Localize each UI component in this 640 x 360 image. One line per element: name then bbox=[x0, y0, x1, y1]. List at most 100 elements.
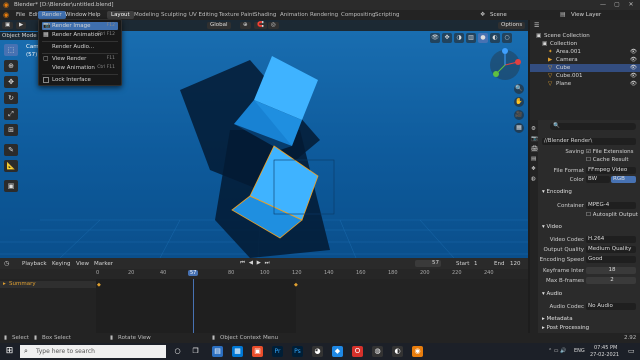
outliner-row[interactable]: ✦ Area.001 👁 bbox=[530, 48, 640, 56]
properties-search[interactable]: 🔍 bbox=[550, 123, 636, 130]
visibility-icon[interactable]: 👁 bbox=[630, 80, 637, 88]
camera-view-icon[interactable]: 🎥 bbox=[514, 110, 524, 120]
outliner-row[interactable]: ▣ Scene Collection bbox=[530, 32, 640, 40]
snap-icon[interactable]: 🧲 bbox=[254, 22, 267, 29]
outliner-editor-icon[interactable]: ☰ bbox=[534, 22, 539, 29]
keying-menu[interactable]: Keying bbox=[52, 261, 70, 267]
gizmo-icon[interactable]: ✥ bbox=[442, 33, 452, 43]
object-mode-dropdown[interactable]: Object Mode bbox=[2, 33, 37, 39]
premiere-icon[interactable]: Pr bbox=[272, 346, 283, 357]
tray-icons[interactable]: ⌃ ▭ 🔊 bbox=[548, 348, 566, 354]
select-mode-icon[interactable]: ▶ bbox=[16, 22, 27, 29]
cache-result-checkbox[interactable]: ☐ Cache Result bbox=[586, 157, 629, 163]
current-frame-field[interactable]: 57 bbox=[415, 260, 441, 267]
audio-section[interactable]: ▾ Audio bbox=[542, 291, 562, 297]
windows-start-icon[interactable]: ⊞ bbox=[4, 346, 15, 357]
scale-tool-icon[interactable]: ⤢ bbox=[4, 108, 18, 120]
taskbar-search-box[interactable]: ⌕ Type here to search bbox=[20, 345, 166, 358]
render-tab-icon[interactable]: 📷 bbox=[531, 136, 538, 142]
timeline-editor-icon[interactable]: ◷ bbox=[4, 260, 9, 267]
store-icon[interactable]: ▦ bbox=[232, 346, 243, 357]
visibility-icon[interactable]: 👁 bbox=[630, 56, 637, 64]
solid-shading-icon[interactable]: ● bbox=[478, 33, 488, 43]
color-rgb-button[interactable]: RGB bbox=[611, 176, 636, 183]
opera-icon[interactable]: O bbox=[352, 346, 363, 357]
zoom-icon[interactable]: 🔍 bbox=[514, 84, 524, 94]
taskbar-date[interactable]: 27-02-2021 bbox=[590, 352, 619, 358]
visibility-icon[interactable]: 👁 bbox=[430, 33, 440, 43]
outliner-row[interactable]: ▶ Camera 👁 bbox=[530, 56, 640, 64]
chrome-icon[interactable]: ◕ bbox=[312, 346, 323, 357]
outliner-row[interactable]: ▽ Cube 👁 bbox=[530, 64, 640, 72]
app-icon[interactable]: ◐ bbox=[392, 346, 403, 357]
measure-tool-icon[interactable]: 📐 bbox=[4, 160, 18, 172]
transform-orientation-dropdown[interactable]: Global bbox=[207, 22, 231, 29]
view-menu[interactable]: View bbox=[76, 261, 89, 267]
color-bw-button[interactable]: BW bbox=[586, 176, 610, 183]
menu-item-render-animation[interactable]: ▦ Render Animation Ctrl F12 bbox=[42, 31, 118, 39]
tool-tab-icon[interactable]: ⚙ bbox=[531, 126, 536, 132]
container-dropdown[interactable]: MPEG-4 bbox=[586, 202, 636, 209]
playback-controls[interactable]: ⏮ ◀ ▶ ⏭ bbox=[240, 260, 271, 267]
max-bframes-field[interactable]: 2 bbox=[586, 277, 636, 284]
start-frame-field[interactable]: 1 bbox=[474, 261, 478, 267]
keyframe-marker[interactable]: ◆ bbox=[97, 282, 101, 288]
menu-item-render-audio[interactable]: Render Audio... bbox=[42, 43, 118, 51]
audio-codec-dropdown[interactable]: No Audio bbox=[586, 303, 636, 310]
rendered-shading-icon[interactable]: ○ bbox=[502, 33, 512, 43]
end-frame-field[interactable]: 120 bbox=[510, 261, 521, 267]
outliner-row[interactable]: ▣ Collection bbox=[530, 40, 640, 48]
pivot-icon[interactable]: ⊕ bbox=[240, 22, 251, 29]
output-path-field[interactable]: //Blender Render\ bbox=[542, 138, 636, 145]
office-icon[interactable]: ▣ bbox=[252, 346, 263, 357]
transform-tool-icon[interactable]: ⊞ bbox=[4, 124, 18, 136]
keyframe-interval-field[interactable]: 18 bbox=[586, 267, 636, 274]
vscode-icon[interactable]: ◆ bbox=[332, 346, 343, 357]
options-dropdown[interactable]: Options bbox=[498, 22, 526, 29]
editor-type-icon[interactable]: ▣ bbox=[2, 22, 14, 29]
timeline-ruler[interactable]: 0 20 40 57 80 100 120 140 160 180 200 22… bbox=[0, 269, 528, 279]
visibility-icon[interactable]: 👁 bbox=[630, 48, 637, 56]
photoshop-icon[interactable]: Ps bbox=[292, 346, 303, 357]
summary-expand-icon[interactable]: ▸ bbox=[3, 281, 6, 287]
file-explorer-icon[interactable]: ▤ bbox=[212, 346, 223, 357]
proportional-icon[interactable]: ◎ bbox=[268, 22, 279, 29]
metadata-section[interactable]: ▸ Metadata bbox=[542, 316, 573, 322]
scene-field[interactable]: Scene bbox=[490, 12, 507, 18]
overlay-icon[interactable]: ◑ bbox=[454, 33, 464, 43]
app-icon[interactable]: ◍ bbox=[372, 346, 383, 357]
rotate-tool-icon[interactable]: ↻ bbox=[4, 92, 18, 104]
maximize-icon[interactable]: ▢ bbox=[610, 1, 624, 9]
language-indicator[interactable]: ENG bbox=[574, 348, 585, 354]
view-layer-tab-icon[interactable]: ▤ bbox=[531, 156, 536, 162]
visibility-icon[interactable]: 👁 bbox=[630, 64, 637, 72]
tab-scripting[interactable]: Scripting bbox=[371, 11, 403, 19]
taskbar-time[interactable]: 07:45 PM bbox=[594, 345, 617, 351]
task-view-icon[interactable]: ❐ bbox=[190, 346, 201, 357]
outliner-row[interactable]: ▽ Cube.001 👁 bbox=[530, 72, 640, 80]
add-cube-tool-icon[interactable]: ▣ bbox=[4, 180, 18, 192]
menu-help[interactable]: Help bbox=[84, 11, 105, 19]
post-processing-section[interactable]: ▸ Post Processing bbox=[542, 325, 589, 331]
video-codec-dropdown[interactable]: H.264 bbox=[586, 236, 636, 243]
menu-item-render-image[interactable]: 📷 Render Image F12 bbox=[42, 22, 118, 30]
material-shading-icon[interactable]: ◐ bbox=[490, 33, 500, 43]
minimize-icon[interactable]: — bbox=[596, 1, 610, 9]
file-format-dropdown[interactable]: FFmpeg Video bbox=[586, 167, 636, 174]
notification-icon[interactable]: ▭ bbox=[628, 347, 635, 355]
pan-icon[interactable]: ✋ bbox=[514, 97, 524, 107]
annotate-tool-icon[interactable]: ✎ bbox=[4, 144, 18, 156]
menu-item-view-animation[interactable]: View Animation Ctrl F11 bbox=[42, 64, 118, 72]
marker-menu[interactable]: Marker bbox=[94, 261, 113, 267]
menu-item-lock-interface[interactable]: Lock Interface bbox=[42, 76, 118, 84]
playback-menu[interactable]: Playback bbox=[22, 261, 47, 267]
blender-taskbar-icon[interactable]: ◉ bbox=[412, 346, 423, 357]
file-extensions-checkbox[interactable]: ☑ File Extensions bbox=[586, 149, 634, 155]
cursor-tool-icon[interactable]: ⊕ bbox=[4, 60, 18, 72]
xray-icon[interactable]: ▥ bbox=[466, 33, 476, 43]
close-icon[interactable]: ✕ bbox=[624, 1, 638, 9]
view-layer-field[interactable]: View Layer bbox=[571, 12, 601, 18]
select-tool-icon[interactable]: ⬚ bbox=[4, 44, 18, 56]
visibility-icon[interactable]: 👁 bbox=[630, 72, 637, 80]
grid-view-icon[interactable]: ▦ bbox=[514, 123, 524, 133]
